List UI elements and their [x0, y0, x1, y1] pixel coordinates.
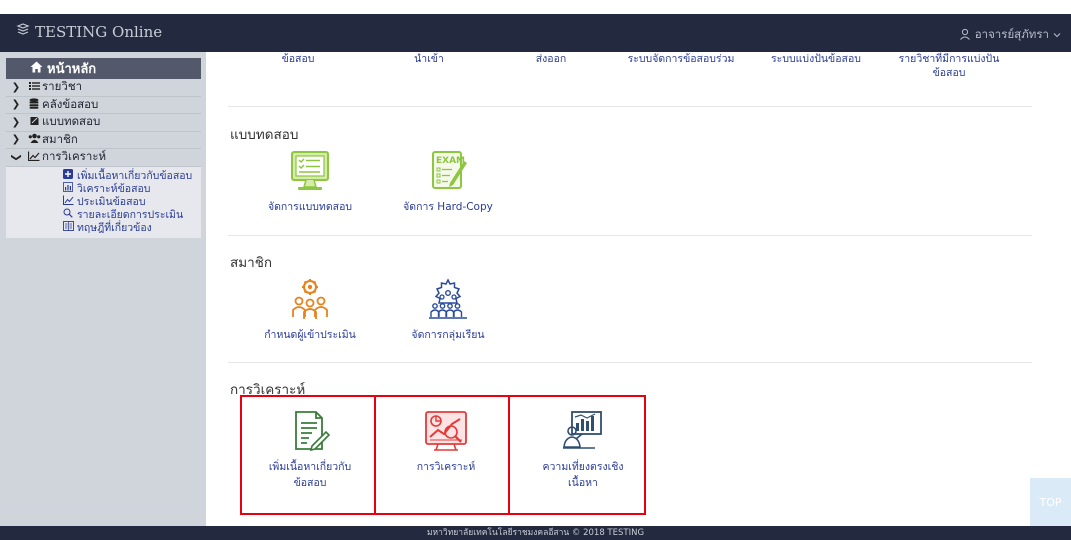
highlight-box — [374, 395, 510, 515]
group-gear-icon — [429, 278, 467, 319]
link-import[interactable]: นำเข้า — [364, 52, 494, 66]
chevron-right-icon: ❯ — [11, 99, 21, 111]
chevron-down-icon: ❯ — [10, 153, 22, 162]
link-export[interactable]: ส่งออก — [486, 52, 616, 66]
tile-manage-tests[interactable]: จัดการแบบทดสอบ — [245, 149, 375, 215]
exam-paper-icon: EXAM — [432, 151, 467, 189]
main-content: ข้อสอบ นำเข้า ส่งออก ระบบจัดการข้อสอบร่ว… — [206, 52, 1071, 526]
divider — [228, 235, 1032, 236]
submenu-label: ทฤษฎีที่เกี่ยวข้อง — [77, 221, 152, 234]
bar-chart-icon — [62, 181, 74, 195]
divider — [228, 106, 1032, 107]
brand-logo-icon — [16, 23, 30, 41]
database-icon — [26, 98, 42, 112]
link-questions[interactable]: ข้อสอบ — [233, 52, 363, 66]
highlight-box — [240, 395, 376, 515]
user-name: อาจารย์สุภัทรา — [974, 27, 1049, 41]
sidebar-item-question-bank[interactable]: ❯ คลังข้อสอบ — [6, 96, 201, 114]
section-title-members: สมาชิก — [230, 255, 273, 271]
tile-manage-hard-copy[interactable]: EXAM จัดการ Hard-Copy — [383, 149, 513, 215]
highlight-box — [508, 395, 646, 515]
tile-label: จัดการแบบทดสอบ — [267, 201, 353, 213]
search-icon — [62, 208, 74, 221]
brand-name: TESTING Online — [35, 23, 163, 41]
tile-assign-evaluators[interactable]: กำหนดผู้เข้าประเมิน — [245, 277, 375, 343]
tile-label: จัดการ Hard-Copy — [403, 201, 493, 213]
link-line-2: ข้อสอบ — [932, 67, 966, 79]
link-question-sharing-system[interactable]: ระบบแบ่งปันข้อสอบ — [751, 52, 881, 66]
sidebar-home[interactable]: หน้าหลัก — [6, 58, 201, 79]
user-icon — [959, 28, 971, 43]
brand[interactable]: TESTING Online — [16, 23, 162, 41]
sidebar-item-members[interactable]: ❯ สมาชิก — [6, 131, 201, 149]
tile-manage-study-groups[interactable]: จัดการกลุ่มเรียน — [383, 277, 513, 343]
line-chart-icon — [62, 195, 74, 208]
sidebar-item-label: การวิเคราะห์ — [42, 149, 107, 164]
plus-square-icon — [62, 168, 74, 182]
sidebar-item-label: รายวิชา — [42, 79, 83, 94]
users-icon — [26, 133, 42, 146]
tile-label: กำหนดผู้เข้าประเมิน — [264, 329, 356, 341]
line-chart-icon — [26, 151, 42, 164]
sidebar-item-label: สมาชิก — [42, 131, 78, 146]
chevron-right-icon: ❯ — [11, 116, 21, 128]
sidebar-item-courses[interactable]: ❯ รายวิชา — [6, 79, 201, 97]
sidebar-item-tests[interactable]: ❯ แบบทดสอบ — [6, 114, 201, 132]
link-shared-courses[interactable]: รายวิชาที่มีการแบ่งปัน ข้อสอบ — [884, 52, 1014, 80]
chevron-down-icon — [1053, 28, 1061, 42]
home-icon — [30, 61, 43, 77]
monitor-checklist-icon — [291, 151, 329, 190]
pen-icon — [26, 116, 42, 129]
tile-label: จัดการกลุ่มเรียน — [411, 329, 485, 341]
top-navbar: TESTING Online อาจารย์สุภัทรา — [0, 14, 1071, 52]
chevron-right-icon: ❯ — [11, 134, 21, 146]
people-gear-icon — [292, 279, 328, 319]
footer: มหาวิทยาลัยเทคโนโลยีราชมงคลอีสาน © 2018 … — [0, 526, 1071, 540]
link-line-1: รายวิชาที่มีการแบ่งปัน — [898, 53, 1000, 65]
section-title-tests: แบบทดสอบ — [230, 127, 299, 143]
divider — [228, 362, 1032, 363]
back-to-top-button[interactable]: TOP — [1030, 478, 1071, 526]
user-menu[interactable]: อาจารย์สุภัทรา — [959, 26, 1061, 44]
sidebar-item-label: แบบทดสอบ — [42, 114, 101, 129]
list-icon — [26, 81, 42, 94]
book-icon — [62, 220, 74, 234]
svg-text:EXAM: EXAM — [436, 156, 465, 166]
sidebar-item-analysis[interactable]: ❯ การวิเคราะห์ — [6, 149, 201, 167]
analysis-submenu: เพิ่มเนื้อหาเกี่ยวกับข้อสอบ วิเคราะห์ข้อ… — [6, 166, 201, 238]
sidebar: หน้าหลัก ❯ รายวิชา ❯ คลังข้อสอบ ❯ แบบทดส… — [0, 52, 206, 526]
link-shared-question-system[interactable]: ระบบจัดการข้อสอบร่วม — [616, 52, 746, 66]
chevron-right-icon: ❯ — [11, 81, 21, 93]
sidebar-item-label: คลังข้อสอบ — [42, 96, 99, 111]
home-label: หน้าหลัก — [47, 62, 97, 77]
